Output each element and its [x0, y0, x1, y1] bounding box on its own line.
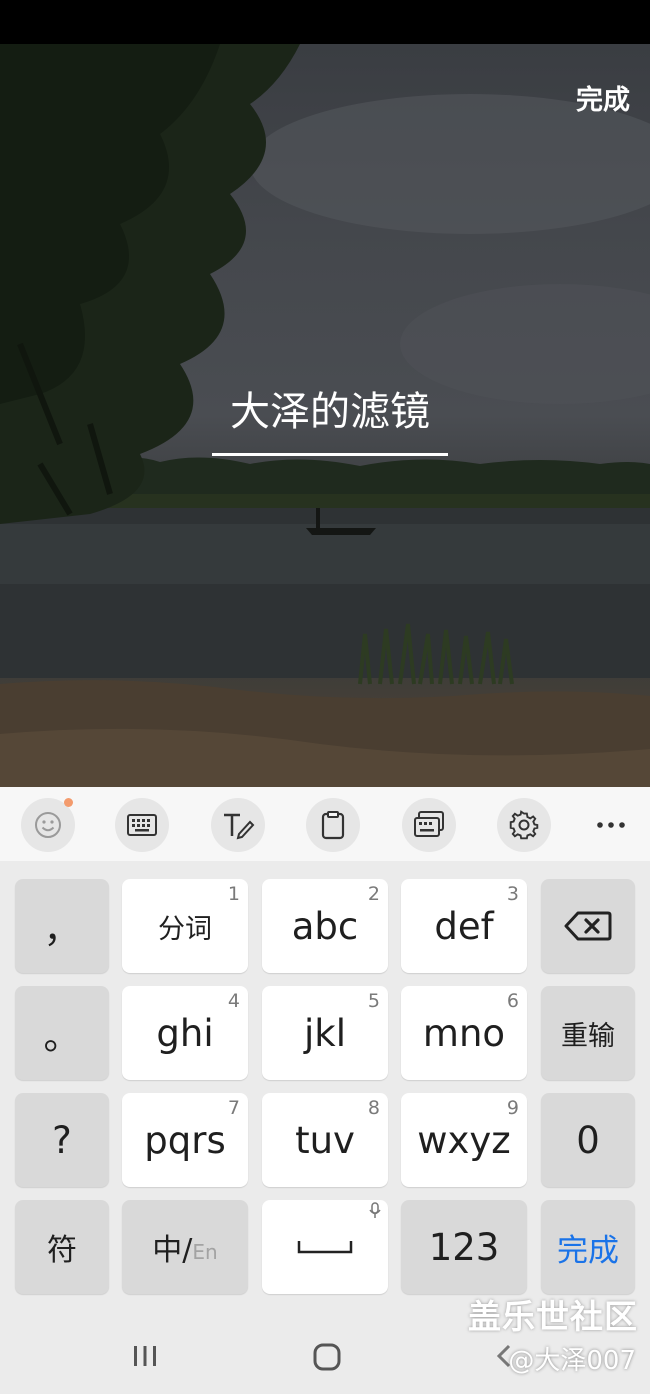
key-label: 0 [576, 1118, 600, 1162]
zero-key[interactable]: 0 [541, 1093, 635, 1187]
space-icon [297, 1241, 353, 1254]
key-number: 5 [367, 990, 380, 1012]
done-button[interactable]: 完成 [576, 78, 630, 117]
key-4-ghi[interactable]: ghi 4 [122, 986, 248, 1080]
clipboard-icon [321, 811, 345, 840]
done-key[interactable]: 完成 [541, 1200, 635, 1294]
home-icon[interactable] [312, 1342, 342, 1372]
keyboard-button[interactable] [115, 798, 169, 852]
clipboard-button[interactable] [306, 798, 360, 852]
key-sublabel: En [192, 1240, 218, 1264]
key-number: 7 [227, 1097, 240, 1119]
key-3-def[interactable]: def 3 [401, 879, 527, 973]
keyboard-layout-button[interactable] [402, 798, 456, 852]
key-number: 8 [367, 1097, 380, 1119]
key-8-tuv[interactable]: tuv 8 [262, 1093, 388, 1187]
comma-key[interactable]: ， [15, 879, 109, 973]
text-input-field[interactable]: 大泽的滤镜 [212, 384, 448, 456]
space-key[interactable] [262, 1200, 388, 1294]
key-number: 6 [506, 990, 519, 1012]
language-switch-key[interactable]: 中/ En [122, 1200, 248, 1294]
more-button[interactable] [584, 798, 638, 852]
settings-button[interactable] [497, 798, 551, 852]
key-number: 2 [367, 883, 380, 905]
key-label: 。 [43, 1015, 81, 1058]
key-number: 3 [506, 883, 519, 905]
keyboard-layout-icon [414, 811, 444, 837]
key-label: 分词 [158, 913, 212, 945]
t9-keyboard: ， 分词 1 abc 2 def 3 。 ghi 4 jkl 5 mno 6 重… [0, 861, 650, 1310]
notification-dot [64, 798, 73, 807]
key-2-abc[interactable]: abc 2 [262, 879, 388, 973]
key-label: 123 [428, 1225, 500, 1269]
key-label: 符 [47, 1233, 77, 1268]
backspace-key[interactable] [541, 879, 635, 973]
key-5-jkl[interactable]: jkl 5 [262, 986, 388, 1080]
key-label: jkl [304, 1011, 346, 1055]
status-bar [0, 0, 650, 44]
key-label: 完成 [557, 1232, 619, 1269]
period-key[interactable]: 。 [15, 986, 109, 1080]
key-number: 4 [227, 990, 240, 1012]
key-label: 中/ [152, 1233, 193, 1268]
key-label: ghi [156, 1011, 214, 1055]
emoji-button[interactable] [21, 798, 75, 852]
key-label: tuv [295, 1118, 355, 1162]
key-label: pqrs [144, 1118, 226, 1162]
key-label: wxyz [417, 1118, 511, 1162]
key-6-mno[interactable]: mno 6 [401, 986, 527, 1080]
more-icon [597, 822, 625, 828]
key-label: ? [52, 1118, 72, 1162]
handwriting-button[interactable] [211, 798, 265, 852]
microphone-icon [369, 1202, 381, 1218]
backspace-icon [564, 911, 612, 941]
handwriting-icon [224, 813, 255, 840]
key-1-segment[interactable]: 分词 1 [122, 879, 248, 973]
retype-key[interactable]: 重输 [541, 986, 635, 1080]
key-label: abc [291, 904, 359, 948]
key-label: mno [422, 1011, 506, 1055]
key-number: 1 [227, 883, 240, 905]
key-label: def [434, 904, 494, 948]
symbols-key[interactable]: 符 [15, 1200, 109, 1294]
keyboard-toolbar [0, 787, 650, 861]
key-7-pqrs[interactable]: pqrs 7 [122, 1093, 248, 1187]
watermark-author: @大泽007 [508, 1346, 636, 1376]
emoji-icon [35, 812, 61, 838]
gear-icon [509, 810, 539, 840]
key-number: 9 [506, 1097, 519, 1119]
numbers-key[interactable]: 123 [401, 1200, 527, 1294]
key-label: ， [43, 908, 81, 951]
watermark-brand: 盖乐世社区 [468, 1297, 638, 1336]
recent-apps-icon[interactable] [131, 1344, 159, 1368]
question-key[interactable]: ? [15, 1093, 109, 1187]
keyboard-icon [127, 814, 157, 836]
key-9-wxyz[interactable]: wxyz 9 [401, 1093, 527, 1187]
key-label: 重输 [561, 1020, 615, 1052]
